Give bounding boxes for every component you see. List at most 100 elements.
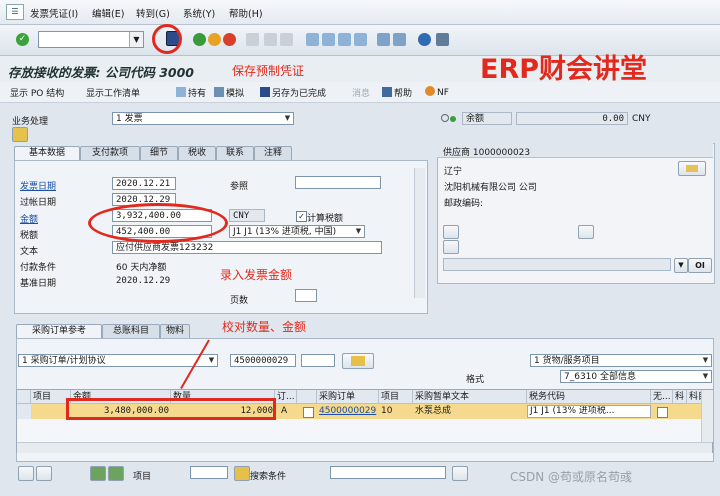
- deselect-all-icon[interactable]: [108, 466, 124, 481]
- cancel-icon[interactable]: [223, 33, 236, 46]
- reference-field[interactable]: [295, 176, 381, 189]
- csdn-watermark: CSDN @苟或原名苟彧: [510, 470, 633, 484]
- grid-horizontal-scrollbar[interactable]: [17, 442, 712, 453]
- grid-header-tax-code[interactable]: 税务代码: [527, 390, 651, 404]
- tab-tax[interactable]: 税收: [178, 146, 216, 160]
- search-criteria-field[interactable]: [330, 466, 446, 479]
- grid-details-icon[interactable]: [18, 466, 34, 481]
- chevron-down-icon[interactable]: ▼: [700, 355, 711, 366]
- first-page-icon[interactable]: [306, 33, 319, 46]
- row-flag-checkbox[interactable]: [303, 407, 314, 418]
- invoice-date-field[interactable]: 2020.12.21: [112, 177, 176, 190]
- tab-notes[interactable]: 注释: [254, 146, 292, 160]
- help-book-icon: [382, 87, 392, 97]
- item-type-select[interactable]: 1 货物/服务项目 ▼: [530, 354, 712, 367]
- print-icon[interactable]: [246, 33, 259, 46]
- chevron-down-icon[interactable]: ▼: [353, 226, 364, 237]
- help-icon[interactable]: [418, 33, 431, 46]
- baseline-date-value: 2020.12.29: [116, 276, 171, 286]
- po-number-field[interactable]: 4500000029: [230, 354, 296, 367]
- shortcut-icon[interactable]: [393, 33, 406, 46]
- chevron-down-icon[interactable]: ▼: [129, 32, 143, 47]
- grid-select-all[interactable]: [17, 390, 31, 404]
- show-worklist-button[interactable]: 显示工作清单: [86, 86, 140, 99]
- back-icon[interactable]: [193, 33, 206, 46]
- find-icon[interactable]: [264, 33, 277, 46]
- open-items-button[interactable]: OI: [688, 258, 712, 273]
- position-icon[interactable]: [234, 466, 250, 481]
- tab-contact[interactable]: 联系: [216, 146, 254, 160]
- next-page-icon[interactable]: [338, 33, 351, 46]
- messages-button[interactable]: 消息: [352, 86, 370, 99]
- tab-po-reference[interactable]: 采购订单参考: [16, 324, 102, 338]
- select-all-icon[interactable]: [90, 466, 106, 481]
- tab-payment[interactable]: 支付款项: [80, 146, 140, 160]
- po-item-field[interactable]: [301, 354, 335, 367]
- vendor-bank-field: [443, 258, 671, 271]
- grid-header-po[interactable]: 采购订单: [317, 390, 379, 404]
- grid-header-flag[interactable]: [297, 390, 317, 404]
- page-count-field[interactable]: [295, 289, 317, 302]
- menu-goto[interactable]: 转到(G): [136, 6, 170, 20]
- grid-header-po-item[interactable]: 项目: [379, 390, 413, 404]
- find-next-icon[interactable]: [280, 33, 293, 46]
- grid-header-order-unit[interactable]: 订...: [275, 390, 297, 404]
- folder-icon[interactable]: [12, 127, 28, 142]
- chevron-down-icon[interactable]: ▼: [282, 113, 293, 124]
- vendor-details-button[interactable]: [678, 161, 706, 176]
- tab-gl-account[interactable]: 总账科目: [102, 324, 160, 338]
- chevron-down-icon[interactable]: ▼: [206, 355, 217, 366]
- transaction-select[interactable]: 1 发票 ▼: [112, 112, 294, 125]
- simulate-icon: [214, 87, 224, 97]
- exit-icon[interactable]: [208, 33, 221, 46]
- grid-header-acct[interactable]: 科: [673, 390, 687, 404]
- layout-select[interactable]: 7_6310 全部信息 ▼: [560, 370, 712, 383]
- grid-header-item[interactable]: 项目: [31, 390, 71, 404]
- menu-edit[interactable]: 编辑(E): [92, 6, 124, 20]
- row-tax-code-select[interactable]: J1 J1 (13% 进项税...: [527, 405, 651, 418]
- invoice-date-label[interactable]: 发票日期: [20, 179, 56, 192]
- binoculars-icon[interactable]: [452, 466, 468, 481]
- menu-invoice-document[interactable]: 发票凭证(I): [30, 6, 78, 20]
- vendor-list-icon[interactable]: [443, 240, 459, 254]
- grid-header-no[interactable]: 无...: [651, 390, 673, 404]
- grid-vertical-scrollbar[interactable]: [701, 390, 713, 442]
- menu-help[interactable]: 帮助(H): [229, 6, 263, 20]
- transfer-po-button[interactable]: [342, 353, 374, 369]
- last-page-icon[interactable]: [354, 33, 367, 46]
- save-annotation: 保存预制凭证: [232, 64, 305, 78]
- tab-material[interactable]: 物料: [160, 324, 190, 338]
- show-po-structure-button[interactable]: 显示 PO 结构: [10, 86, 64, 99]
- calc-tax-checkbox[interactable]: ✓: [296, 211, 307, 222]
- tab-details[interactable]: 细节: [140, 146, 178, 160]
- help-button[interactable]: 帮助: [382, 86, 412, 99]
- row-po-link[interactable]: 4500000029: [317, 404, 379, 419]
- new-session-icon[interactable]: [377, 33, 390, 46]
- simulate-button[interactable]: 模拟: [214, 86, 244, 99]
- row-no-checkbox[interactable]: [657, 407, 668, 418]
- row-unit[interactable]: A: [279, 404, 295, 419]
- save-as-completed-button[interactable]: 另存为已完成: [260, 86, 326, 99]
- grid-header-po-text[interactable]: 采购暂单文本: [413, 390, 527, 404]
- hold-button[interactable]: 持有: [176, 86, 206, 99]
- grid-export-icon[interactable]: [36, 466, 52, 481]
- layout-menu-icon[interactable]: [436, 33, 449, 46]
- previous-page-icon[interactable]: [322, 33, 335, 46]
- amount-label[interactable]: 金额: [20, 212, 38, 225]
- tab-basic-data[interactable]: 基本数据: [14, 146, 80, 160]
- basic-panel-scrollbar[interactable]: [414, 168, 425, 298]
- enter-check-icon[interactable]: ✓: [16, 33, 29, 46]
- chevron-down-icon[interactable]: ▼: [674, 258, 688, 273]
- bottom-item-field[interactable]: [190, 466, 228, 479]
- nf-button[interactable]: NF: [425, 86, 449, 98]
- chevron-down-icon[interactable]: ▼: [700, 371, 711, 382]
- tax-code-select[interactable]: J1 J1 (13% 进项税, 中国) ▼: [229, 225, 365, 238]
- vendor-info-icon[interactable]: [443, 225, 459, 239]
- payment-terms-label: 付款条件: [20, 263, 57, 273]
- reference-doc-type-select[interactable]: 1 采购订单/计划协议 ▼: [18, 354, 218, 367]
- vendor-print-icon[interactable]: [578, 225, 594, 239]
- command-field[interactable]: ▼: [38, 31, 144, 48]
- row-selector[interactable]: [17, 404, 31, 419]
- menu-system[interactable]: 系统(Y): [183, 6, 215, 20]
- sap-menu-icon[interactable]: ☰: [6, 4, 24, 20]
